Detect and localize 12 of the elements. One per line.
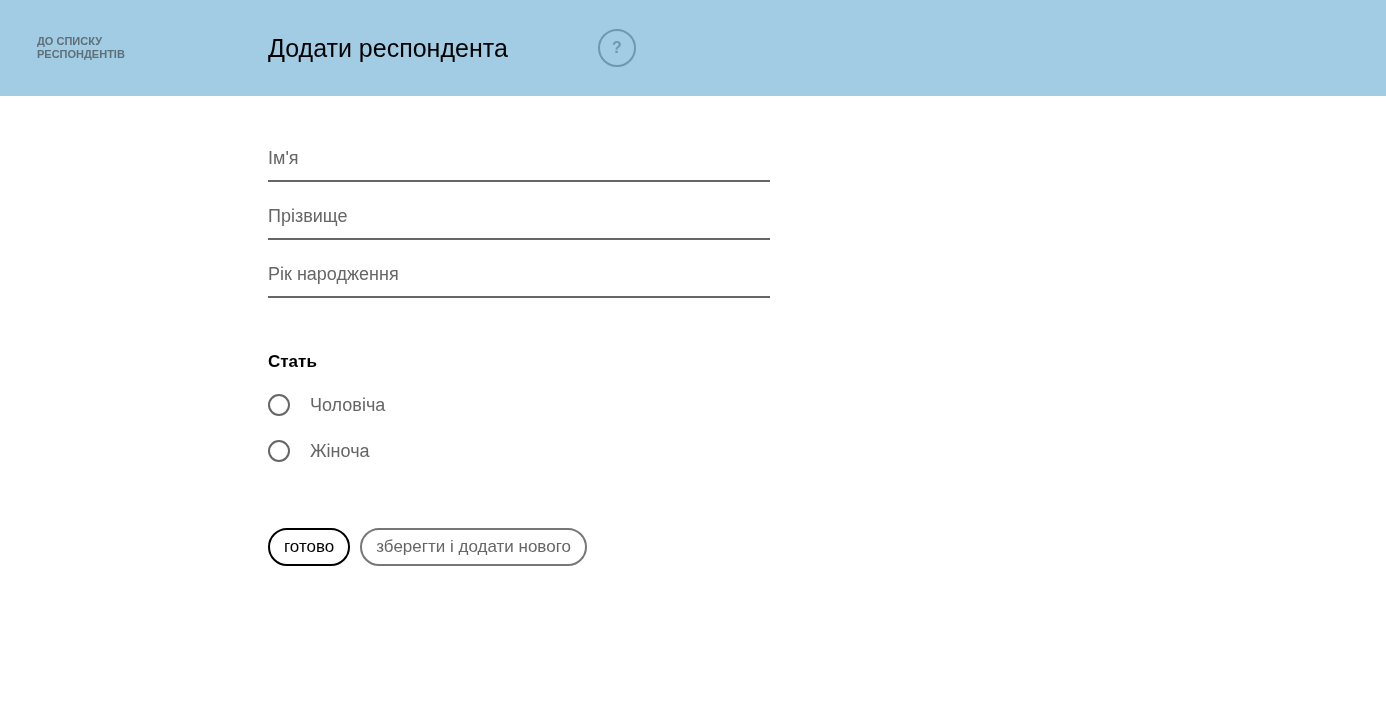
page-title: Додати респондента: [268, 33, 509, 63]
done-button[interactable]: готово: [268, 528, 351, 566]
save-and-add-button[interactable]: зберегти і додати нового: [360, 528, 587, 566]
text-field[interactable]: Прізвище: [268, 200, 770, 240]
text-field[interactable]: Ім'я: [268, 142, 770, 182]
radio-icon[interactable]: [268, 394, 290, 416]
radio-option[interactable]: Чоловіча: [268, 382, 386, 428]
back-link[interactable]: ДО СПИСКУ РЕСПОНДЕНТІВ: [37, 35, 157, 61]
text-field[interactable]: Рік народження: [268, 258, 770, 298]
radio-option[interactable]: Жіноча: [268, 428, 370, 474]
radio-icon[interactable]: [268, 440, 290, 462]
gender-label: Стать: [268, 352, 318, 372]
